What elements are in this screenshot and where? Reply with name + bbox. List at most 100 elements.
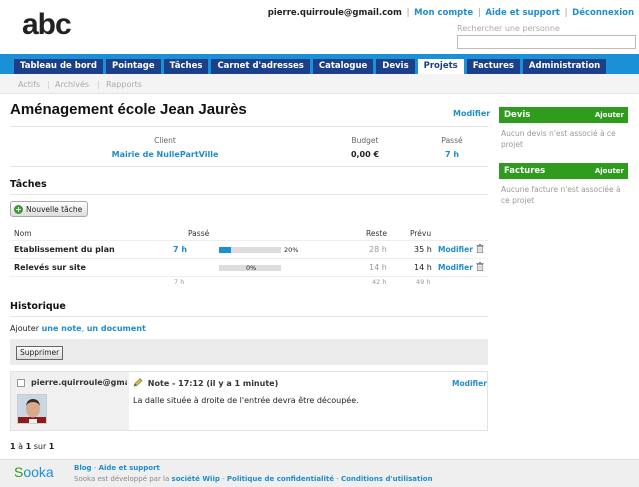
delete-button[interactable]: Supprimer xyxy=(16,346,64,360)
col-nom: Nom xyxy=(14,229,32,238)
tab-catalogue[interactable]: Catalogue xyxy=(312,59,374,74)
user-email: pierre.quirroule@gmail.com xyxy=(267,8,402,18)
credits-prefix: Sooka est développé par la xyxy=(74,475,170,483)
divider xyxy=(10,166,488,167)
tab-devis[interactable]: Devis xyxy=(376,59,415,74)
avatar-image xyxy=(18,395,46,423)
task-modify-link[interactable]: Modifier xyxy=(438,263,473,272)
tab-pointage[interactable]: Pointage xyxy=(105,59,161,74)
note-heading: Note - 17:12 (il y a 1 minute) xyxy=(133,378,278,388)
devis-empty-text: Aucun devis n'est associé à ce projet xyxy=(501,129,616,149)
add-line: Ajouter une note, un document xyxy=(10,324,146,333)
footer-credits: Sooka est développé par la société Wiip … xyxy=(74,475,433,483)
footer-help-link[interactable]: Aide et support xyxy=(99,464,160,472)
task-name: Etablissement du plan xyxy=(14,245,115,254)
avatar xyxy=(17,394,47,424)
tasks-title: Tâches xyxy=(10,179,47,190)
main-tabs: Tableau de bord Pointage Tâches Carnet d… xyxy=(14,59,607,75)
history-entry-author: pierre.quirroule@gmail.com xyxy=(11,372,129,430)
client-header: Client xyxy=(154,136,176,145)
pencil-icon xyxy=(133,378,143,387)
task-name: Relevés sur site xyxy=(14,263,86,272)
total-reste: 42 h xyxy=(372,278,387,286)
search-input[interactable] xyxy=(457,35,636,49)
subnav-rapports[interactable]: Rapports xyxy=(106,80,142,89)
logout-link[interactable]: Déconnexion xyxy=(572,8,634,18)
budget-header: Budget xyxy=(351,136,379,145)
task-modify-link[interactable]: Modifier xyxy=(438,245,473,254)
blog-link[interactable]: Blog xyxy=(74,464,92,472)
factures-empty-text: Aucune facture n'est associée à ce proje… xyxy=(501,185,621,205)
devis-panel: Devis Ajouter Aucun devis n'est associé … xyxy=(499,107,628,155)
pager-from: 1 xyxy=(10,442,16,451)
terms-link[interactable]: Conditions d'utilisation xyxy=(341,475,433,483)
new-task-button[interactable]: + Nouvelle tâche xyxy=(10,201,89,217)
note-time: Note - 17:12 xyxy=(147,379,204,388)
history-title: Historique xyxy=(10,301,66,312)
trash-icon[interactable] xyxy=(476,262,484,271)
add-document-link[interactable]: un document xyxy=(87,324,146,333)
history-toolbar: Supprimer xyxy=(10,339,488,365)
footer-logo-rest: ooka xyxy=(23,464,54,480)
client-link[interactable]: Mairie de NullePartVille xyxy=(90,150,240,159)
task-progress-pct: 20% xyxy=(284,246,299,254)
passe-value[interactable]: 7 h xyxy=(430,150,474,159)
total-passe: 7 h xyxy=(174,278,185,286)
pager-a: à xyxy=(18,442,24,451)
devis-panel-title: Devis xyxy=(504,110,531,120)
pager-to: 1 xyxy=(25,442,32,451)
footer-links: Blog - Aide et support xyxy=(74,464,160,472)
task-passe-link[interactable]: 7 h xyxy=(173,245,187,254)
col-reste: Reste xyxy=(366,229,387,238)
add-note-link[interactable]: une note xyxy=(42,324,82,333)
tab-carnet-adresses[interactable]: Carnet d'adresses xyxy=(211,59,310,74)
sub-nav: Actifs | Archivés | Rapports xyxy=(0,74,639,94)
my-account-link[interactable]: Mon compte xyxy=(414,8,473,18)
task-prevu: 14 h xyxy=(414,263,432,272)
pager-total: 1 xyxy=(48,442,55,451)
project-summary: Client Budget Passé Mairie de NullePartV… xyxy=(10,136,488,164)
divider xyxy=(10,194,488,195)
col-passe: Passé xyxy=(188,229,210,238)
total-prevu: 49 h xyxy=(416,278,431,286)
author-email: pierre.quirroule@gmail.com xyxy=(31,378,127,387)
table-row: Etablissement du plan 7 h 20% 28 h 35 h … xyxy=(10,241,488,259)
app-logo[interactable]: abc xyxy=(22,8,72,42)
tab-factures[interactable]: Factures xyxy=(466,59,520,74)
tab-administration[interactable]: Administration xyxy=(522,59,607,74)
tab-taches[interactable]: Tâches xyxy=(163,59,209,74)
factures-panel-header: Factures Ajouter xyxy=(499,163,628,179)
modify-project-link[interactable]: Modifier xyxy=(453,109,490,118)
top-links: pierre.quirroule@gmail.com | Mon compte … xyxy=(267,8,634,18)
divider xyxy=(10,126,488,127)
divider xyxy=(10,316,488,317)
footer-logo[interactable]: Sooka xyxy=(14,464,54,480)
task-prevu: 35 h xyxy=(414,245,432,254)
plus-icon: + xyxy=(14,204,23,214)
pager-sur: sur xyxy=(33,442,47,451)
task-progress-bar xyxy=(219,247,281,253)
table-header: Nom Passé Reste Prévu xyxy=(10,227,488,241)
add-devis-link[interactable]: Ajouter xyxy=(595,111,624,119)
task-reste: 14 h xyxy=(369,263,387,272)
factures-panel: Factures Ajouter Aucune facture n'est as… xyxy=(499,163,628,211)
tasks-table: Nom Passé Reste Prévu Etablissement du p… xyxy=(10,227,488,289)
trash-icon[interactable] xyxy=(476,244,484,253)
wiip-link[interactable]: société Wiip xyxy=(172,475,220,483)
add-facture-link[interactable]: Ajouter xyxy=(595,167,624,175)
footer: Sooka Blog - Aide et support Sooka est d… xyxy=(0,459,639,487)
privacy-link[interactable]: Politique de confidentialité xyxy=(227,475,334,483)
table-row: Relevés sur site 0% 14 h 14 h Modifier xyxy=(10,259,488,277)
note-text: La dalle située à droite de l'entrée dev… xyxy=(133,396,359,405)
subnav-archives[interactable]: Archivés xyxy=(55,80,89,89)
help-link[interactable]: Aide et support xyxy=(485,8,559,18)
tab-projets[interactable]: Projets xyxy=(417,59,464,75)
add-sep: , xyxy=(81,324,85,333)
subnav-actifs[interactable]: Actifs xyxy=(18,80,40,89)
footer-logo-s: S xyxy=(14,464,24,480)
select-checkbox[interactable] xyxy=(17,379,25,387)
task-progress-pct: 0% xyxy=(246,264,257,272)
search-box: Rechercher une personne xyxy=(457,24,636,49)
note-modify-link[interactable]: Modifier xyxy=(452,379,487,388)
tab-tableau-de-bord[interactable]: Tableau de bord xyxy=(14,59,103,74)
